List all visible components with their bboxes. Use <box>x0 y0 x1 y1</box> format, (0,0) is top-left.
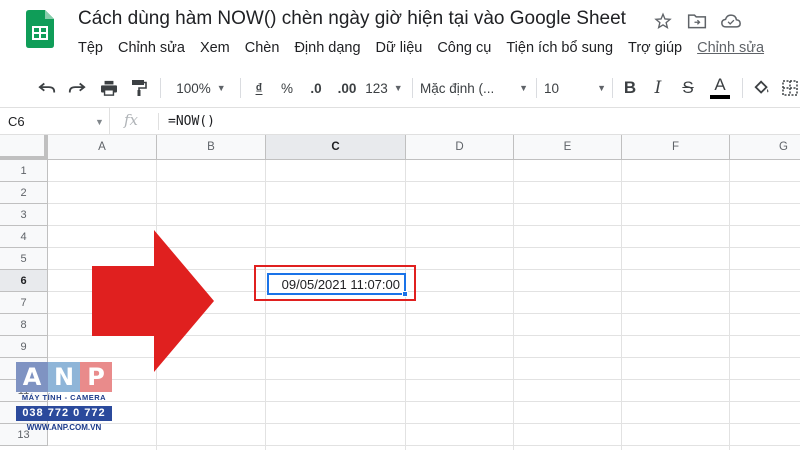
text-color-label: A <box>714 75 726 94</box>
column-header-f[interactable]: F <box>622 135 730 160</box>
document-title[interactable]: Cách dùng hàm NOW() chèn ngày giờ hiện t… <box>78 8 626 30</box>
title-bar: Cách dùng hàm NOW() chèn ngày giờ hiện t… <box>0 0 800 68</box>
row-header-6[interactable]: 6 <box>0 270 48 292</box>
red-arrow-annotation <box>92 230 214 372</box>
watermark-url: WWW.ANP.COM.VN <box>26 423 102 432</box>
name-box[interactable]: C6 ▼ <box>0 108 110 135</box>
chevron-down-icon: ▼ <box>95 117 104 127</box>
zoom-value: 100% <box>176 80 211 96</box>
column-header-b[interactable]: B <box>157 135 266 160</box>
watermark-subtitle: MÁY TÍNH - CAMERA <box>21 393 107 402</box>
decrease-decimal-label: .0 <box>310 80 322 96</box>
increase-decimal-button[interactable]: .00 <box>332 76 362 100</box>
text-color-button[interactable]: A <box>708 76 732 100</box>
column-header-a[interactable]: A <box>48 135 157 160</box>
watermark-letter: N <box>48 362 80 392</box>
font-size-value: 10 <box>544 80 560 96</box>
text-color-swatch <box>710 95 730 99</box>
row-header-4[interactable]: 4 <box>0 226 48 248</box>
column-header-g[interactable]: G <box>730 135 800 160</box>
watermark-phone: 038 772 0 772 <box>16 406 112 421</box>
toolbar: 100% ▼ ₫ % .0 .00 123 ▼ Mặc định (... ▼ 10 ▼… <box>0 68 800 108</box>
bold-button[interactable]: B <box>620 76 640 100</box>
increase-decimal-label: .00 <box>337 80 357 96</box>
font-value: Mặc định (... <box>420 80 495 96</box>
row-header-1[interactable]: 1 <box>0 160 48 182</box>
chevron-down-icon: ▼ <box>519 83 528 93</box>
zoom-select[interactable]: 100% ▼ <box>170 76 232 100</box>
borders-icon[interactable] <box>780 76 800 100</box>
google-sheets-logo-icon[interactable] <box>26 10 54 48</box>
percent-format-button[interactable]: % <box>276 76 298 100</box>
watermark-letter: P <box>80 362 112 392</box>
paint-format-icon[interactable] <box>126 76 152 100</box>
menu-view[interactable]: Xem <box>200 40 230 60</box>
row-header-7[interactable]: 7 <box>0 292 48 314</box>
italic-button[interactable]: I <box>648 76 668 100</box>
move-folder-icon[interactable] <box>686 10 708 32</box>
print-icon[interactable] <box>96 76 122 100</box>
formula-input[interactable]: =NOW() <box>168 114 215 129</box>
cloud-status-icon[interactable] <box>720 10 742 32</box>
undo-icon[interactable] <box>34 76 60 100</box>
row-header-2[interactable]: 2 <box>0 182 48 204</box>
last-edit-link[interactable]: Chỉnh sửa <box>697 40 764 60</box>
formula-bar: C6 ▼ fx =NOW() <box>0 108 800 135</box>
menu-data[interactable]: Dữ liệu <box>376 40 423 60</box>
column-header-d[interactable]: D <box>406 135 514 160</box>
font-size-select[interactable]: 10 ▼ <box>544 76 606 100</box>
menu-insert[interactable]: Chèn <box>245 40 280 60</box>
chevron-down-icon: ▼ <box>216 83 226 93</box>
decrease-decimal-button[interactable]: .0 <box>302 76 330 100</box>
anp-watermark-logo: A N P MÁY TÍNH - CAMERA 038 772 0 772 WW… <box>16 362 112 438</box>
menu-format[interactable]: Định dạng <box>294 40 360 60</box>
select-all-corner[interactable] <box>0 135 48 160</box>
menu-help[interactable]: Trợ giúp <box>628 40 682 60</box>
chevron-down-icon: ▼ <box>597 83 606 93</box>
font-select[interactable]: Mặc định (... ▼ <box>420 76 528 100</box>
fill-color-icon[interactable] <box>750 76 774 100</box>
fx-icon: fx <box>124 111 139 129</box>
strikethrough-button[interactable]: S <box>678 76 698 100</box>
menu-edit[interactable]: Chỉnh sửa <box>118 40 185 60</box>
redo-icon[interactable] <box>64 76 90 100</box>
column-header-c[interactable]: C <box>266 135 406 160</box>
highlight-box <box>254 265 416 301</box>
watermark-letter: A <box>16 362 48 392</box>
menu-addons[interactable]: Tiện ích bổ sung <box>506 40 613 60</box>
chevron-down-icon: ▼ <box>393 83 403 93</box>
star-icon[interactable] <box>652 10 674 32</box>
currency-format-button[interactable]: ₫ <box>248 76 270 100</box>
cell-reference: C6 <box>8 114 25 129</box>
menu-bar: Tệp Chỉnh sửa Xem Chèn Định dạng Dữ liệu… <box>78 40 779 60</box>
more-formats-label: 123 <box>365 80 388 96</box>
spreadsheet-grid[interactable]: A B C D E F G 1 2 3 4 5 6 7 8 9 10 11 12… <box>0 135 800 450</box>
more-formats-button[interactable]: 123 ▼ <box>364 76 404 100</box>
menu-file[interactable]: Tệp <box>78 40 103 60</box>
row-header-9[interactable]: 9 <box>0 336 48 358</box>
row-header-3[interactable]: 3 <box>0 204 48 226</box>
column-header-e[interactable]: E <box>514 135 622 160</box>
row-header-5[interactable]: 5 <box>0 248 48 270</box>
row-header-8[interactable]: 8 <box>0 314 48 336</box>
menu-tools[interactable]: Công cụ <box>437 40 491 60</box>
